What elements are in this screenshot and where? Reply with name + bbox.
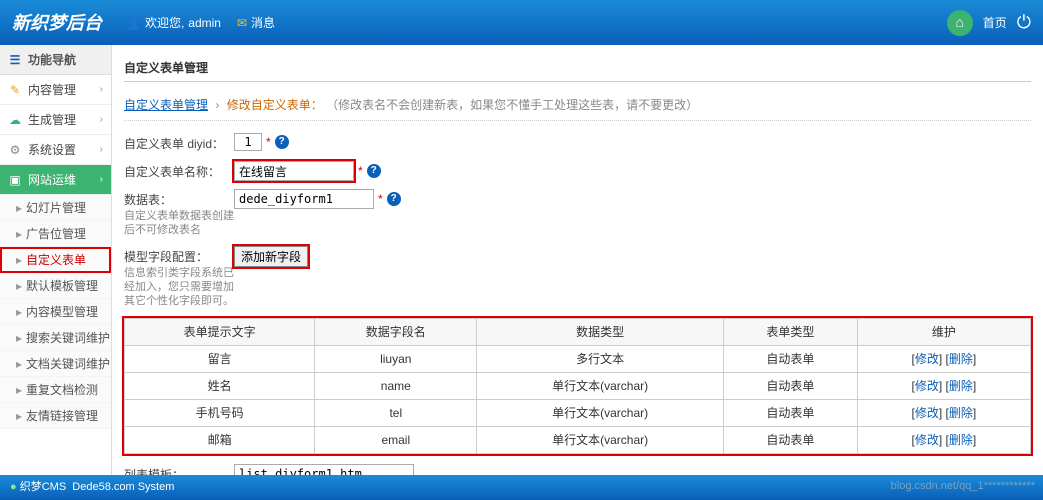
table-label: 数据表： 自定义表单数据表创建后不可修改表名 (124, 189, 234, 238)
diyid-input[interactable] (234, 133, 262, 151)
delete-link[interactable]: 删除 (949, 379, 973, 393)
sidebar-sub-item[interactable]: ▸自定义表单 (0, 247, 111, 273)
sidebar-sub-item[interactable]: ▸内容模型管理 (0, 299, 111, 325)
chevron-right-icon: › (100, 172, 103, 187)
user-icon: 👤 (126, 14, 141, 32)
table-row: 邮箱email单行文本(varchar)自动表单[修改] [删除] (125, 427, 1031, 454)
help-icon[interactable]: ? (367, 164, 381, 178)
envelope-icon: ✉ (237, 14, 247, 32)
table-row: 姓名name单行文本(varchar)自动表单[修改] [删除] (125, 373, 1031, 400)
sidebar-sub-item[interactable]: ▸广告位管理 (0, 221, 111, 247)
list-tpl-label: 列表模板： (124, 464, 234, 475)
sidebar-sub-item[interactable]: ▸友情链接管理 (0, 403, 111, 429)
top-bar: 新织梦后台 👤 欢迎您,admin ✉ 消息 ⌂ 首页 ⏻ (0, 0, 1043, 45)
breadcrumb-current: 修改自定义表单： (227, 98, 323, 112)
messages-link[interactable]: ✉ 消息 (237, 14, 275, 32)
sidebar-item-icon: ✎ (8, 81, 22, 99)
sidebar-sub-item[interactable]: ▸幻灯片管理 (0, 195, 111, 221)
breadcrumb: 自定义表单管理 › 修改自定义表单： （修改表名不会创建新表，如果您不懂手工处理… (124, 90, 1031, 121)
help-icon[interactable]: ? (275, 135, 289, 149)
fields-table: 表单提示文字数据字段名数据类型表单类型维护 留言liuyan多行文本自动表单[修… (124, 318, 1031, 454)
sidebar-item-icon: ⚙ (8, 141, 22, 159)
sidebar: ☰ 功能导航 ✎ 内容管理 › ☁ 生成管理 › ⚙ 系统设置 › ▣ 网站运维 › ▸幻灯片管理▸广… (0, 45, 112, 475)
sidebar-item-3[interactable]: ▣ 网站运维 › (0, 165, 111, 195)
sidebar-submenu: ▸幻灯片管理▸广告位管理▸自定义表单▸默认模板管理▸内容模型管理▸搜索关键词维护… (0, 195, 111, 429)
sidebar-sub-item[interactable]: ▸文档关键词维护 (0, 351, 111, 377)
edit-link[interactable]: 修改 (915, 406, 939, 420)
sidebar-item-icon: ▣ (8, 171, 22, 189)
chevron-right-icon: › (100, 142, 103, 157)
delete-link[interactable]: 删除 (949, 433, 973, 447)
edit-link[interactable]: 修改 (915, 352, 939, 366)
table-header: 数据类型 (477, 319, 724, 346)
home-button[interactable]: ⌂ (947, 10, 973, 36)
add-field-button[interactable]: 添加新字段 (234, 246, 308, 267)
table-header: 表单类型 (723, 319, 857, 346)
logout-icon[interactable]: ⏻ (1017, 9, 1031, 36)
main-content: 自定义表单管理 自定义表单管理 › 修改自定义表单： （修改表名不会创建新表，如… (112, 45, 1043, 475)
diyid-label: 自定义表单 diyid： (124, 133, 234, 153)
sidebar-item-label: 系统设置 (28, 141, 76, 159)
list-tpl-input[interactable] (234, 464, 414, 475)
sidebar-sub-item[interactable]: ▸重复文档检测 (0, 377, 111, 403)
sidebar-item-label: 内容管理 (28, 81, 76, 99)
chevron-right-icon: › (100, 112, 103, 127)
name-input[interactable] (234, 161, 354, 181)
breadcrumb-link[interactable]: 自定义表单管理 (124, 98, 208, 112)
watermark: blog.csdn.net/qq_1************ (891, 478, 1035, 495)
sidebar-sub-item[interactable]: ▸默认模板管理 (0, 273, 111, 299)
home-link[interactable]: 首页 (983, 14, 1007, 32)
sidebar-item-1[interactable]: ☁ 生成管理 › (0, 105, 111, 135)
welcome-text: 👤 欢迎您,admin (126, 14, 221, 32)
chevron-right-icon: › (100, 82, 103, 97)
logo: 新织梦后台 (12, 14, 102, 32)
sidebar-sub-item[interactable]: ▸搜索关键词维护 (0, 325, 111, 351)
name-label: 自定义表单名称： (124, 161, 234, 181)
footer-bar: ● 织梦CMS Dede58.com System (0, 475, 1043, 500)
panel-title: 自定义表单管理 (124, 55, 1031, 82)
edit-link[interactable]: 修改 (915, 433, 939, 447)
table-header: 表单提示文字 (125, 319, 315, 346)
table-input[interactable] (234, 189, 374, 209)
edit-link[interactable]: 修改 (915, 379, 939, 393)
delete-link[interactable]: 删除 (949, 406, 973, 420)
sidebar-item-0[interactable]: ✎ 内容管理 › (0, 75, 111, 105)
table-header: 维护 (857, 319, 1030, 346)
sidebar-item-2[interactable]: ⚙ 系统设置 › (0, 135, 111, 165)
sidebar-item-label: 网站运维 (28, 171, 76, 189)
sidebar-header: ☰ 功能导航 (0, 45, 111, 75)
delete-link[interactable]: 删除 (949, 352, 973, 366)
required-star: * (266, 133, 271, 151)
help-icon[interactable]: ? (387, 192, 401, 206)
table-header: 数据字段名 (315, 319, 477, 346)
sidebar-item-icon: ☁ (8, 111, 22, 129)
table-row: 留言liuyan多行文本自动表单[修改] [删除] (125, 346, 1031, 373)
sidebar-item-label: 生成管理 (28, 111, 76, 129)
menu-icon: ☰ (8, 51, 22, 69)
table-row: 手机号码tel单行文本(varchar)自动表单[修改] [删除] (125, 400, 1031, 427)
fields-label: 模型字段配置： 信息索引类字段系统已经加入，您只需要增加其它个性化字段即可。 (124, 246, 234, 309)
